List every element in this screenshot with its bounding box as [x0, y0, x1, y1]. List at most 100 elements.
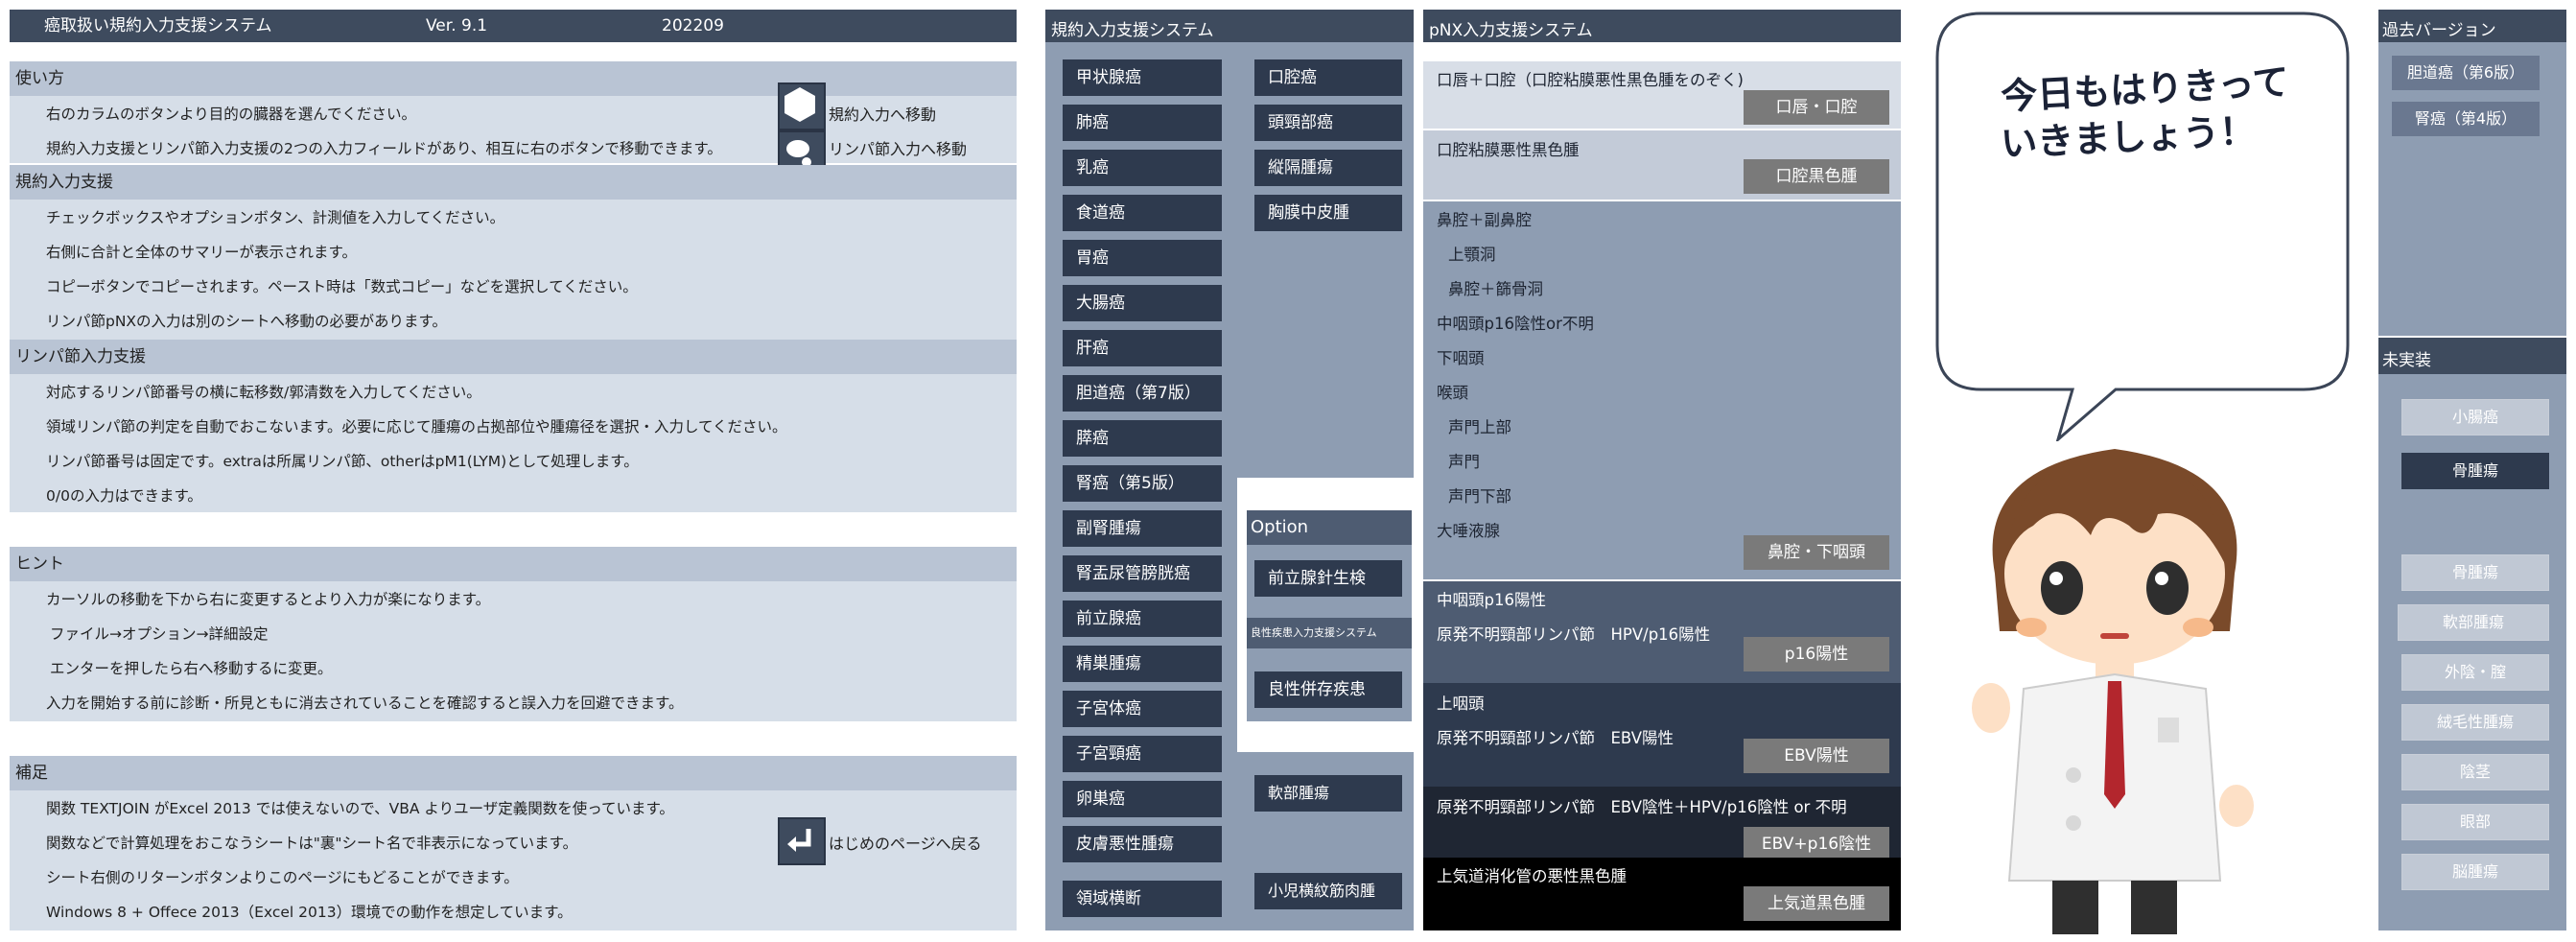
pnx-text: 大唾液腺 [1437, 522, 1500, 540]
kiyaku-line: コピーボタンでコピーされます。ペースト時は「数式コピー」などを選択してください。 [46, 278, 638, 295]
supplement-line: シート右側のリターンボタンよりこのページにもどることができます。 [46, 869, 519, 886]
nasal-hypopharynx-button[interactable]: 鼻腔・下咽頭 [1744, 535, 1889, 570]
organ-button[interactable]: 子宮頸癌 [1063, 736, 1222, 772]
organ-button[interactable]: 口腔癌 [1254, 59, 1402, 96]
soft-tissue-tumor-button[interactable]: 軟部腫瘍 [1254, 775, 1402, 812]
past-version-button[interactable]: 胆道癌（第6版） [2392, 56, 2540, 90]
pnx-text: 喉頭 [1437, 384, 1468, 402]
organ-button[interactable]: 腎盂尿管膀胱癌 [1063, 555, 1222, 592]
past-version-button[interactable]: 腎癌（第4版） [2392, 102, 2540, 136]
pnx-text: 中咽頭p16陰性or不明 [1437, 315, 1594, 333]
usage-line: 規約入力支援とリンパ節入力支援の2つの入力フィールドがあり、相互に右のボタンで移… [46, 140, 722, 157]
organ-button[interactable]: 精巣腫瘍 [1063, 646, 1222, 682]
lymph-body: 対応するリンパ節番号の横に転移数/郭清数を入力してください。 領域リンパ節の判定… [10, 374, 1017, 512]
pnx-text: 中咽頭p16陽性 [1437, 591, 1546, 609]
organ-button[interactable]: 縦隔腫瘍 [1254, 150, 1402, 186]
organ-button[interactable]: 子宮体癌 [1063, 691, 1222, 727]
organ-button[interactable]: 膵癌 [1063, 420, 1222, 457]
pnx-text: 鼻腔＋副鼻腔 [1437, 211, 1532, 229]
pnx-text: 口腔粘膜悪性黒色腫 [1437, 141, 1580, 159]
pnx-title-bar: pNX入力支援システム [1423, 10, 1901, 42]
lymph-line: 対応するリンパ節番号の横に転移数/郭清数を入力してください。 [46, 384, 481, 401]
doctor-character-icon [1972, 449, 2254, 934]
unimplemented-button[interactable]: 外陰・膣 [2401, 654, 2549, 691]
return-button[interactable] [778, 817, 826, 865]
goto-kiyaku-label[interactable]: 規約入力へ移動 [829, 102, 936, 125]
pnx-text: 声門 [1448, 453, 1480, 471]
organ-button[interactable]: 領域横断 [1063, 881, 1222, 917]
pnx-text: 声門上部 [1448, 418, 1511, 436]
ebv-positive-button[interactable]: EBV陽性 [1744, 739, 1889, 773]
ebv-p16-negative-button[interactable]: EBV+p16陰性 [1744, 827, 1889, 861]
organ-button[interactable]: 胸膜中皮腫 [1254, 195, 1402, 231]
usage-body: 右のカラムのボタンより目的の臓器を選んでください。 規約入力支援とリンパ節入力支… [10, 82, 1017, 178]
organ-button[interactable]: 食道癌 [1063, 195, 1222, 231]
rhabdomyosarcoma-button[interactable]: 小児横紋筋肉腫 [1254, 873, 1402, 909]
pnx-text: 上顎洞 [1448, 246, 1496, 264]
organ-panel-title-bar: 規約入力支援システム [1045, 10, 1414, 42]
unimplemented-button[interactable]: 骨腫瘍 [2401, 554, 2549, 591]
unimplemented-button[interactable]: 小腸癌 [2401, 399, 2549, 436]
goto-kiyaku-button[interactable] [778, 82, 826, 130]
kiyaku-line: リンパ節pNXの入力は別のシートへ移動の必要があります。 [46, 313, 448, 330]
unimplemented-title: 未実装 [2382, 351, 2431, 370]
hint-header: ヒント [10, 547, 1017, 581]
past-versions-title-bar: 過去バージョン [2378, 10, 2566, 42]
organ-button[interactable]: 副腎腫瘍 [1063, 510, 1222, 547]
pnx-text: 上咽頭 [1437, 695, 1485, 713]
kiyaku-body: チェックボックスやオプションボタン、計測値を入力してください。 右側に合計と全体… [10, 200, 1017, 340]
hint-line: エンターを押したら右へ移動するに変更。 [50, 660, 333, 677]
date-label: 202209 [662, 16, 724, 35]
supplement-header: 補足 [10, 756, 1017, 790]
unimplemented-button[interactable]: 眼部 [2401, 804, 2549, 840]
unimplemented-button[interactable]: 脳腫瘍 [2401, 854, 2549, 890]
kiyaku-header: 規約入力支援 [10, 165, 1017, 200]
organ-button[interactable]: 胆道癌（第7版） [1063, 375, 1222, 412]
hint-body: カーソルの移動を下から右に変更するとより入力が楽になります。 ファイル→オプショ… [10, 581, 1017, 721]
organ-button[interactable]: 前立腺癌 [1063, 601, 1222, 637]
version-label: Ver. 9.1 [426, 16, 488, 35]
organ-button[interactable]: 頭頸部癌 [1254, 105, 1402, 141]
oral-melanoma-button[interactable]: 口腔黒色腫 [1744, 159, 1889, 194]
system-header: 癌取扱い規約入力支援システム Ver. 9.1 202209 [10, 10, 1017, 42]
option-title: Option [1247, 510, 1412, 545]
unimplemented-button[interactable]: 軟部腫瘍 [2398, 604, 2549, 641]
pnx-text: 原発不明頸部リンパ節 EBV陰性＋HPV/p16陰性 or 不明 [1437, 798, 1847, 816]
unimplemented-button[interactable]: 陰茎 [2401, 754, 2549, 790]
supplement-line: Windows 8 + Offece 2013（Excel 2013）環境での動… [46, 904, 573, 921]
organ-button[interactable]: 卵巣癌 [1063, 781, 1222, 817]
return-arrow-icon [787, 829, 811, 852]
organ-button[interactable]: 肝癌 [1063, 330, 1222, 366]
supplement-body: 関数 TEXTJOIN がExcel 2013 では使えないので、VBA よりユ… [10, 790, 1017, 930]
organ-button[interactable]: 大腸癌 [1063, 285, 1222, 321]
prostate-biopsy-button[interactable]: 前立腺針生検 [1254, 560, 1402, 597]
organ-button[interactable]: 皮膚悪性腫瘍 [1063, 826, 1222, 862]
benign-comorbid-button[interactable]: 良性併存疾患 [1254, 671, 1402, 708]
unimplemented-title-bar: 未実装 [2378, 338, 2566, 374]
supplement-line: 関数などで計算処理をおこなうシートは"裏"シート名で非表示になっています。 [46, 835, 578, 852]
unimplemented-button[interactable]: 骨腫瘍 [2401, 453, 2549, 489]
organ-button[interactable]: 乳癌 [1063, 150, 1222, 186]
usage-line: 右のカラムのボタンより目的の臓器を選んでください。 [46, 106, 416, 123]
pnx-text: 上気道消化管の悪性黒色腫 [1437, 867, 1627, 885]
organ-button[interactable]: 甲状腺癌 [1063, 59, 1222, 96]
lip-oral-button[interactable]: 口唇・口腔 [1744, 90, 1889, 125]
unimplemented-button[interactable]: 絨毛性腫瘍 [2401, 704, 2549, 741]
pnx-text: 原発不明頸部リンパ節 HPV/p16陽性 [1437, 625, 1711, 644]
kiyaku-system-title: 規約入力支援システム [1051, 21, 1214, 40]
organ-button[interactable]: 腎癌（第5版） [1063, 465, 1222, 502]
pnx-text: 口唇＋口腔（口腔粘膜悪性黒色腫をのぞく) [1437, 71, 1744, 89]
past-versions-title: 過去バージョン [2382, 21, 2496, 40]
p16-positive-button[interactable]: p16陽性 [1744, 637, 1889, 671]
pnx-text: 原発不明頸部リンパ節 EBV陽性 [1437, 729, 1674, 747]
return-label[interactable]: はじめのページへ戻る [829, 831, 982, 854]
usage-header: 使い方 [10, 61, 1017, 96]
goto-lymph-label[interactable]: リンパ節入力へ移動 [829, 136, 967, 159]
upper-aerodigestive-melanoma-button[interactable]: 上気道黒色腫 [1744, 886, 1889, 921]
hint-line: 入力を開始する前に診断・所見ともに消去されていることを確認すると誤入力を回避でき… [46, 695, 684, 712]
supplement-line: 関数 TEXTJOIN がExcel 2013 では使えないので、VBA よりユ… [46, 800, 674, 817]
organ-button[interactable]: 胃癌 [1063, 240, 1222, 276]
pnx-system-title: pNX入力支援システム [1429, 21, 1593, 40]
hint-line: カーソルの移動を下から右に変更するとより入力が楽になります。 [46, 591, 491, 608]
organ-button[interactable]: 肺癌 [1063, 105, 1222, 141]
